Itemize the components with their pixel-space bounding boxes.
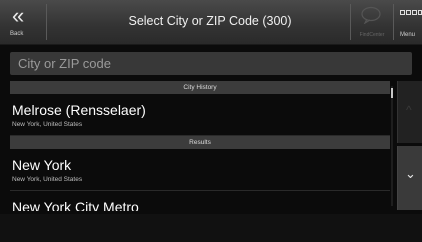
item-subtitle: New York, United States — [12, 121, 83, 128]
item-subtitle: New York, United States — [12, 176, 83, 183]
scroll-up-button[interactable]: ^ — [397, 81, 422, 143]
item-title: Melrose (Rensselaer) — [12, 102, 146, 118]
footer-bar — [0, 214, 422, 242]
scrollbar-thumb[interactable] — [391, 88, 393, 98]
scroll-down-button[interactable]: ⌄ — [397, 146, 422, 210]
list-item[interactable]: New York New York, United States — [10, 149, 390, 191]
section-header-city-history: City History — [10, 81, 390, 94]
chevron-up-icon: ^ — [406, 103, 412, 117]
chevron-down-icon: ⌄ — [405, 166, 416, 181]
divider — [46, 4, 47, 40]
page-title: Select City or ZIP Code (300) — [128, 14, 292, 28]
find-center-button[interactable]: FindCenter — [352, 0, 392, 44]
speech-bubble-icon — [361, 6, 381, 24]
divider — [350, 4, 351, 40]
header-bar: « Back Select City or ZIP Code (300) Fin… — [0, 0, 422, 45]
back-icon: « — [12, 3, 25, 28]
back-label: Back — [10, 31, 24, 37]
list-item[interactable]: Melrose (Rensselaer) New York, United St… — [10, 94, 390, 136]
divider — [393, 4, 394, 40]
scrollbar[interactable] — [391, 86, 393, 206]
list-item[interactable]: New York City Metro — [10, 191, 390, 211]
result-list: City History Melrose (Rensselaer) New Yo… — [10, 81, 390, 211]
menu-grid-icon — [400, 10, 422, 15]
search-input[interactable] — [10, 52, 412, 75]
search-bar — [10, 52, 412, 75]
menu-label: Menu — [400, 32, 416, 38]
back-button[interactable]: « Back — [0, 0, 46, 44]
item-title: New York City Metro — [12, 199, 139, 211]
find-center-label: FindCenter — [359, 32, 385, 38]
menu-button[interactable]: Menu — [395, 0, 422, 44]
section-header-results: Results — [10, 136, 390, 149]
item-title: New York — [12, 157, 72, 173]
